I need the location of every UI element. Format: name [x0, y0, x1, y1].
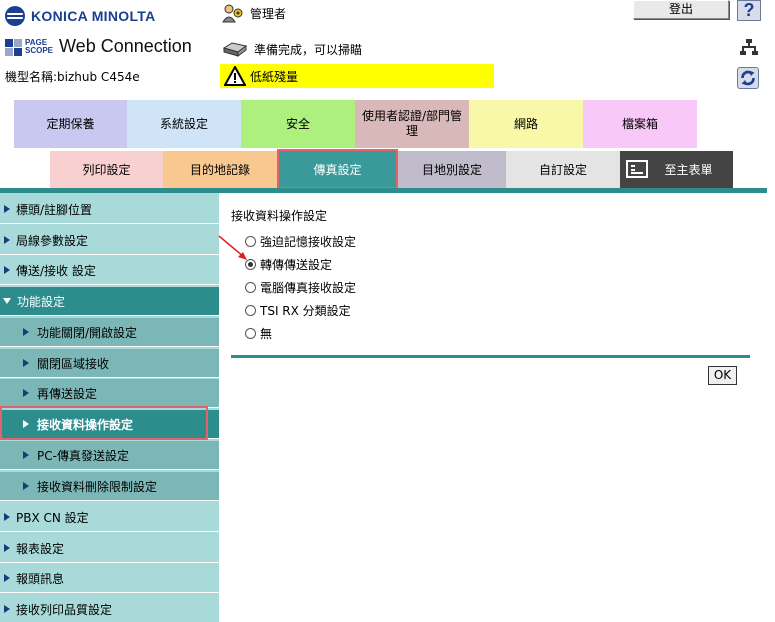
sidebar-item-rx-data-delete-limit[interactable]: 接收資料刪除限制設定 [0, 472, 219, 501]
option-label: 電腦傳真接收設定 [260, 281, 357, 295]
triangle-right-icon [4, 205, 10, 213]
tab-maintenance[interactable]: 定期保養 [14, 100, 127, 148]
ok-button[interactable]: OK [708, 366, 737, 385]
sidebar: 標頭/註腳位置 局線參數設定 傳送/接收 設定 功能設定 功能關閉/開啟設定 關… [0, 193, 219, 622]
help-button[interactable]: ? [737, 0, 761, 21]
tab-to-main-menu-label: 至主表單 [664, 163, 713, 177]
sidebar-item-line-params[interactable]: 局線參數設定 [0, 226, 219, 255]
page-title: 接收資料操作設定 [231, 209, 328, 223]
tab-fax-settings[interactable]: 傳真設定 [277, 149, 398, 189]
triangle-right-icon [23, 451, 29, 459]
konica-minolta-mark-icon [5, 6, 25, 26]
triangle-right-icon [23, 420, 29, 428]
sidebar-item-header-footer[interactable]: 標頭/註腳位置 [0, 195, 219, 224]
triangle-right-icon [4, 266, 10, 274]
user-name: 管理者 [250, 6, 287, 21]
triangle-right-icon [23, 328, 29, 336]
triangle-right-icon [4, 236, 10, 244]
tab-custom-settings[interactable]: 自訂設定 [506, 151, 620, 188]
konica-minolta-logo: KONICA MINOLTA [5, 6, 155, 26]
refresh-icon[interactable] [737, 67, 759, 89]
sidebar-item-pc-fax-tx[interactable]: PC-傳真發送設定 [0, 441, 219, 470]
triangle-right-icon [23, 389, 29, 397]
triangle-right-icon [4, 605, 10, 613]
warning-bar: 低紙殘量 [220, 64, 494, 88]
pagescope-logo: PAGE SCOPE Web Connection [5, 36, 192, 57]
sidebar-item-rx-data-operation[interactable]: 接收資料操作設定 [0, 410, 219, 439]
sidebar-item-resend[interactable]: 再傳送設定 [0, 379, 219, 408]
radio-button[interactable] [245, 305, 256, 316]
tab-system-settings[interactable]: 系統設定 [127, 100, 241, 148]
sidebar-item-function-onoff[interactable]: 功能關閉/開啟設定 [0, 318, 219, 347]
sidebar-item-pbx-cn[interactable]: PBX CN 設定 [0, 503, 219, 532]
sidebar-item-function-settings[interactable]: 功能設定 [0, 287, 219, 316]
sidebar-item-tx-rx-settings[interactable]: 傳送/接收 設定 [0, 256, 219, 285]
logout-button[interactable]: 登出 [633, 0, 729, 19]
tab-print-settings[interactable]: 列印設定 [50, 151, 163, 188]
triangle-right-icon [4, 513, 10, 521]
tab-box[interactable]: 檔案箱 [583, 100, 697, 148]
radio-button[interactable] [245, 328, 256, 339]
pagescope-mark-icon [5, 37, 23, 57]
tab-security[interactable]: 安全 [241, 100, 355, 148]
status-text: 準備完成，可以掃瞄 [254, 42, 363, 57]
triangle-right-icon [23, 482, 29, 490]
sidebar-item-header-info[interactable]: 報頭訊息 [0, 564, 219, 593]
option-pc-fax-rx[interactable]: 電腦傳真接收設定 [245, 279, 356, 296]
pagescope-label-2: SCOPE [25, 45, 54, 55]
warning-icon [224, 66, 246, 86]
tab-destination-settings[interactable]: 目地別設定 [398, 151, 506, 188]
option-none[interactable]: 無 [245, 325, 272, 342]
brand-name: KONICA MINOLTA [31, 8, 156, 24]
sidebar-item-report-settings[interactable]: 報表設定 [0, 534, 219, 563]
tab-user-auth[interactable]: 使用者認證/部門管理 [355, 100, 469, 148]
main-menu-icon [626, 160, 648, 178]
triangle-down-icon [3, 298, 11, 304]
tab-address-book[interactable]: 目的地記錄 [163, 151, 277, 188]
option-forced-memory-rx[interactable]: 強迫記憶接收設定 [245, 233, 356, 250]
printer-icon [222, 42, 248, 57]
triangle-right-icon [23, 359, 29, 367]
option-label: 轉傳傳送設定 [260, 258, 333, 272]
tab-network[interactable]: 網路 [469, 100, 583, 148]
option-tsi-rx[interactable]: TSI RX 分類設定 [245, 302, 351, 319]
triangle-right-icon [4, 574, 10, 582]
option-label: TSI RX 分類設定 [260, 304, 351, 318]
device-status: 準備完成，可以掃瞄 [222, 40, 362, 58]
radio-button[interactable] [245, 236, 256, 247]
triangle-right-icon [4, 544, 10, 552]
model-name: 機型名稱:bizhub C454e [5, 70, 140, 84]
tab-to-main-menu[interactable]: 至主表單 [620, 151, 733, 188]
sidebar-item-rx-print-quality[interactable]: 接收列印品質設定 [0, 595, 219, 622]
option-label: 無 [260, 327, 273, 341]
option-forward-tx[interactable]: 轉傳傳送設定 [245, 256, 332, 273]
administrator-icon [222, 4, 243, 23]
option-label: 強迫記憶接收設定 [260, 235, 357, 249]
radio-button-checked[interactable] [245, 259, 256, 270]
network-icon[interactable] [740, 39, 758, 55]
content-divider [231, 355, 750, 358]
user-info: 管理者 [222, 3, 286, 23]
sidebar-item-closed-area-rx[interactable]: 關閉區域接收 [0, 349, 219, 378]
radio-button[interactable] [245, 282, 256, 293]
warning-text: 低紙殘量 [250, 69, 299, 84]
product-name: Web Connection [59, 36, 192, 56]
